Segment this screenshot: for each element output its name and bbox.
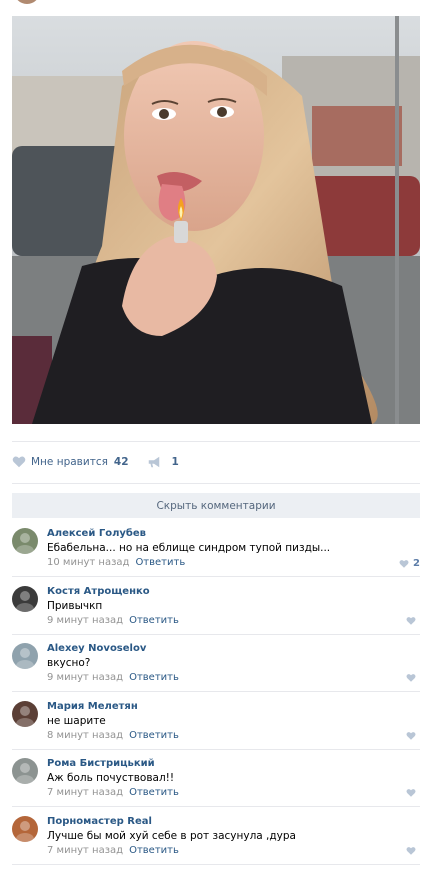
- post-photo[interactable]: [12, 16, 420, 424]
- comment-item: Порномастер Real Лучше бы мой хуй себе в …: [12, 808, 420, 865]
- reply-link[interactable]: Ответить: [135, 557, 185, 568]
- comment-time[interactable]: 8 минут назад: [47, 730, 123, 741]
- comment-divider: [12, 863, 420, 865]
- heart-icon: [406, 616, 416, 625]
- comment-like-button[interactable]: [406, 673, 420, 683]
- comment-like-button[interactable]: 2: [399, 558, 420, 569]
- comment-author[interactable]: Alexey Novoselov: [47, 643, 146, 654]
- comment-item: Алексей Голубев Ебабельна... но на еблище…: [12, 520, 420, 577]
- comment-meta: 7 минут назад Ответить: [47, 787, 179, 798]
- reply-link[interactable]: Ответить: [129, 787, 179, 798]
- comment-like-button[interactable]: [406, 846, 420, 856]
- comment-time[interactable]: 9 минут назад: [47, 615, 123, 626]
- heart-icon: [406, 846, 416, 855]
- heart-icon: [406, 789, 416, 797]
- reply-link[interactable]: Ответить: [129, 672, 179, 683]
- comment-text: Аж боль почуствовал!!: [47, 772, 175, 784]
- comment-meta: 8 минут назад Ответить: [47, 730, 179, 741]
- comment-text: Лучше бы мой хуй себе в рот засунула ,ду…: [47, 829, 296, 842]
- comment-meta: 9 минут назад Ответить: [47, 672, 179, 683]
- comment-avatar[interactable]: [12, 643, 38, 669]
- comment-item: Alexey Novoselov вкусно? 9 минут назад Отве…: [12, 635, 420, 692]
- comment-time[interactable]: 10 минут назад: [47, 557, 129, 568]
- comment-author[interactable]: Порномастер Real: [47, 816, 152, 827]
- hide-comments-button[interactable]: Скрыть комментарии: [12, 493, 420, 518]
- comment-author[interactable]: Алексей Голубев: [47, 528, 146, 539]
- heart-icon: [406, 674, 416, 682]
- comment-text: Привычкп: [47, 599, 103, 612]
- comment-avatar[interactable]: [12, 758, 38, 784]
- comment-text: вкусно?: [47, 657, 91, 669]
- comment-text: не шарите: [47, 714, 106, 727]
- comment-author[interactable]: Костя Атрощенко: [47, 586, 150, 597]
- comment-item: Рома Бистрицький Аж боль почуствовал!! 7 м…: [12, 750, 420, 807]
- comment-time[interactable]: 9 минут назад: [47, 672, 123, 683]
- like-label: Мне нравится: [31, 456, 108, 468]
- reply-link[interactable]: Ответить: [129, 615, 179, 626]
- comment-meta: 10 минут назад Ответить: [47, 557, 185, 568]
- post-actions: Мне нравится 42 1: [12, 452, 179, 472]
- comment-avatar[interactable]: [12, 585, 38, 612]
- comment-time[interactable]: 7 минут назад: [47, 787, 123, 798]
- share-button[interactable]: 1: [147, 455, 179, 469]
- heart-icon: [406, 731, 416, 740]
- comment-like-count: 2: [413, 558, 420, 569]
- comment-meta: 9 минут назад Ответить: [47, 615, 179, 626]
- comment-like-button[interactable]: [406, 731, 420, 741]
- comment-like-button[interactable]: [406, 616, 420, 626]
- comment-item: Костя Атрощенко Привычкп 9 минут назад Отве…: [12, 578, 420, 635]
- heart-icon: [399, 559, 409, 568]
- megaphone-icon: [147, 455, 161, 469]
- like-button[interactable]: Мне нравится 42: [12, 455, 129, 469]
- share-count: 1: [171, 456, 179, 468]
- comment-meta: 7 минут назад Ответить: [47, 845, 179, 856]
- comment-avatar[interactable]: [12, 700, 38, 727]
- poster-avatar-fragment[interactable]: [14, 0, 40, 4]
- like-count: 42: [113, 456, 129, 468]
- post-divider-bottom: [12, 483, 420, 484]
- reply-link[interactable]: Ответить: [129, 730, 179, 741]
- post-divider-top: [12, 441, 420, 442]
- comment-text: Ебабельна... но на еблище синдром тупой …: [47, 542, 331, 554]
- comment-author[interactable]: Мария Мелетян: [47, 701, 138, 712]
- comment-item: Мария Мелетян не шарите 8 минут назад Ответ…: [12, 693, 420, 750]
- comment-author[interactable]: Рома Бистрицький: [47, 758, 155, 769]
- comment-avatar[interactable]: [12, 815, 38, 842]
- comment-avatar[interactable]: [12, 528, 38, 554]
- comment-like-button[interactable]: [406, 788, 420, 798]
- comment-time[interactable]: 7 минут назад: [47, 845, 123, 856]
- heart-icon: [12, 455, 26, 469]
- post-photo-image: [12, 16, 420, 424]
- reply-link[interactable]: Ответить: [129, 845, 179, 856]
